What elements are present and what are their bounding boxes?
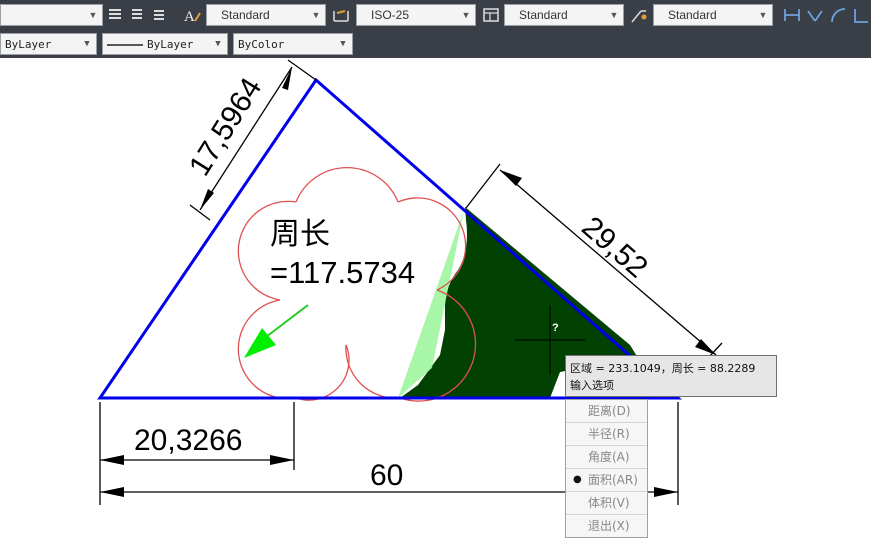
dimension-text-left-side: 17,5964 — [183, 72, 268, 181]
menu-item-label: 面积(AR) — [588, 473, 638, 487]
dim-arrowhead — [695, 339, 716, 355]
properties-toolbar: ByLayer ▼ ByLayer ▼ ByColor ▼ — [0, 30, 871, 58]
menu-item-angle[interactable]: 角度(A) — [566, 446, 647, 469]
menu-item-label: 半径(R) — [588, 427, 630, 441]
chevron-down-icon: ▼ — [215, 39, 221, 49]
chevron-down-icon: ▼ — [340, 39, 346, 49]
aligned-dimension-icon[interactable] — [805, 5, 825, 25]
linear-dimension-icon[interactable] — [782, 5, 802, 25]
table-style-combo[interactable]: Standard ▼ — [504, 4, 624, 26]
tooltip-prompt: 输入选项 — [570, 379, 614, 392]
dim-arrowhead — [282, 67, 292, 90]
cursor-question-mark: ? — [552, 322, 559, 334]
menu-item-radius[interactable]: 半径(R) — [566, 423, 647, 446]
dim-arrowhead — [500, 170, 522, 186]
menu-item-volume[interactable]: 体积(V) — [566, 492, 647, 515]
text-style-value: Standard — [221, 8, 270, 22]
dim-style-icon[interactable] — [331, 5, 351, 25]
layer-icon[interactable] — [106, 5, 126, 25]
chevron-down-icon: ▼ — [609, 10, 619, 20]
color-control-combo[interactable]: ByColor ▼ — [233, 33, 353, 55]
linetype-control-combo[interactable]: ByLayer ▼ — [102, 33, 228, 55]
layer-states-icon[interactable] — [150, 5, 170, 25]
dimension-text-base-total: 60 — [370, 459, 403, 492]
selected-bullet-icon: ● — [573, 474, 582, 485]
perimeter-label: 周长 — [270, 217, 330, 252]
measure-options-menu: 距离(D) 半径(R) 角度(A) ● 面积(AR) 体积(V) 退出(X) — [565, 399, 648, 538]
dim-style-value: ISO-25 — [371, 8, 410, 22]
dimension-text-right-side: 29,52 — [575, 210, 653, 284]
text-style-icon[interactable]: A — [182, 5, 202, 25]
dim-arrowhead — [200, 189, 214, 210]
menu-item-label: 距离(D) — [588, 404, 631, 418]
dim-arrowhead — [100, 487, 124, 497]
text-style-combo[interactable]: Standard ▼ — [206, 4, 326, 26]
chevron-down-icon: ▼ — [311, 10, 321, 20]
radius-indicator-line — [261, 304, 309, 341]
perimeter-value: =117.5734 — [270, 255, 415, 290]
workspace-combo[interactable]: ▼ — [0, 4, 103, 26]
menu-item-label: 退出(X) — [588, 519, 630, 533]
measure-tooltip: 区域 = 233.1049，周长 = 88.2289 输入选项 — [565, 355, 777, 397]
dim-arrowhead — [654, 487, 678, 497]
linetype-sample-icon — [107, 44, 143, 46]
chevron-down-icon: ▼ — [461, 10, 471, 20]
menu-item-area[interactable]: ● 面积(AR) — [566, 469, 647, 492]
menu-item-label: 角度(A) — [588, 450, 630, 464]
ordinate-dimension-icon[interactable] — [851, 5, 871, 25]
chevron-down-icon: ▼ — [84, 39, 90, 49]
drawing-canvas[interactable]: 17,5964 29,52 20,3266 60 周长 =117.5734 ? — [0, 58, 871, 537]
layer-previous-icon[interactable] — [128, 5, 148, 25]
table-style-value: Standard — [519, 8, 568, 22]
linetype-value: ByLayer — [147, 38, 194, 51]
menu-item-label: 体积(V) — [588, 496, 630, 510]
mleader-style-value: Standard — [668, 8, 717, 22]
color-value: ByColor — [238, 38, 285, 51]
layer-control-combo[interactable]: ByLayer ▼ — [0, 33, 97, 55]
chevron-down-icon: ▼ — [88, 10, 98, 20]
menu-item-exit[interactable]: 退出(X) — [566, 515, 647, 537]
dim-style-combo[interactable]: ISO-25 ▼ — [356, 4, 476, 26]
layer-value: ByLayer — [5, 38, 52, 51]
tooltip-area-perimeter: 区域 = 233.1049，周长 = 88.2289 — [570, 362, 756, 375]
dim-arrowhead — [270, 455, 294, 465]
table-style-icon[interactable] — [481, 5, 501, 25]
mleader-style-combo[interactable]: Standard ▼ — [653, 4, 773, 26]
menu-item-distance[interactable]: 距离(D) — [566, 400, 647, 423]
arc-dimension-icon[interactable] — [828, 5, 848, 25]
mleader-style-icon[interactable] — [629, 5, 649, 25]
svg-text:A: A — [184, 9, 195, 25]
chevron-down-icon: ▼ — [758, 10, 768, 20]
dimension-text-base-partial: 20,3266 — [134, 424, 242, 457]
styles-toolbar: ▼ A Standard ▼ ISO-25 ▼ Standard ▼ Stand… — [0, 0, 871, 30]
dim-arrowhead — [100, 455, 124, 465]
